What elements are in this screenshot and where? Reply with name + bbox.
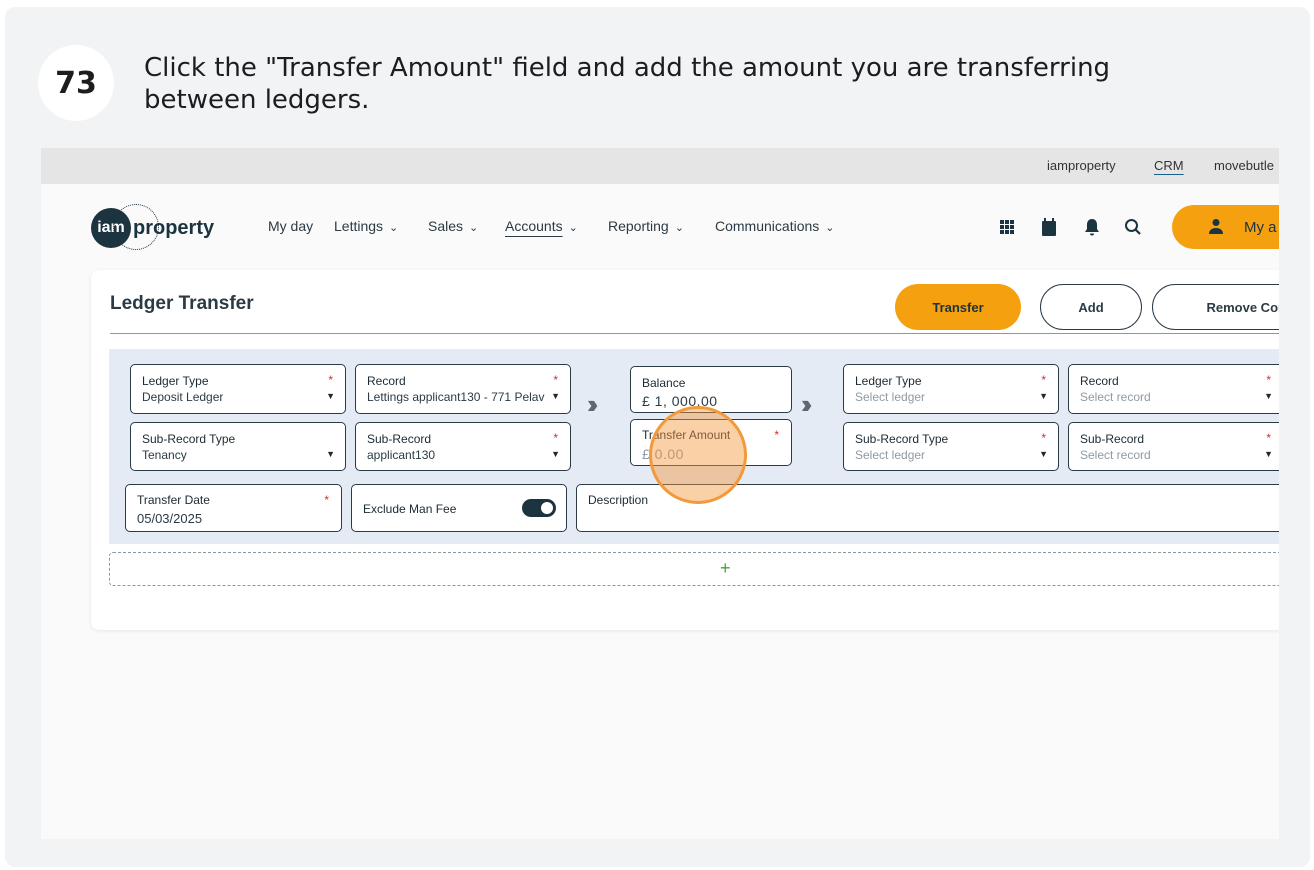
transfer-date-value: 05/03/2025 <box>137 511 203 526</box>
my-account-label: My a <box>1244 218 1277 236</box>
exclude-man-fee-field: Exclude Man Fee <box>351 484 567 532</box>
required-marker: * <box>553 431 558 445</box>
step-instruction: Click the "Transfer Amount" field and ad… <box>144 53 1111 115</box>
field-label: Sub-Record Type <box>142 432 236 446</box>
field-label: Balance <box>642 376 686 390</box>
main-navbar: iam property My day Lettings ⌄ Sales ⌄ Acc… <box>41 184 1279 270</box>
double-chevron-right-icon: ›› <box>587 389 599 419</box>
field-placeholder: Select ledger <box>855 390 926 404</box>
field-value: Tenancy <box>142 448 187 462</box>
add-button[interactable]: Add <box>1040 284 1142 330</box>
topbar-link-movebutler[interactable]: movebutle <box>1214 158 1274 173</box>
caret-down-icon: ▼ <box>551 449 560 459</box>
to-record-select[interactable]: Record * Select record ▼ <box>1068 364 1279 414</box>
nav-item-communications[interactable]: Communications ⌄ <box>715 218 834 234</box>
field-label: Ledger Type <box>142 374 209 388</box>
iamproperty-logo[interactable]: iam property <box>91 204 214 250</box>
field-label: Exclude Man Fee <box>363 502 457 516</box>
chevron-down-icon: ⌄ <box>825 222 835 234</box>
nav-item-my-day[interactable]: My day <box>268 218 313 234</box>
page-title: Ledger Transfer <box>110 293 254 314</box>
field-label: Description <box>588 493 649 507</box>
field-label: Ledger Type <box>855 374 922 388</box>
caret-down-icon: ▼ <box>326 449 335 459</box>
chevron-down-icon: ⌄ <box>568 222 578 234</box>
caret-down-icon: ▼ <box>1264 391 1273 401</box>
caret-down-icon: ▼ <box>326 391 335 401</box>
to-ledger-type-select[interactable]: Ledger Type * Select ledger ▼ <box>843 364 1059 414</box>
required-marker: * <box>774 428 779 442</box>
double-chevron-right-icon: ›› <box>801 389 813 419</box>
exclude-man-fee-toggle[interactable] <box>522 499 556 517</box>
field-placeholder: Select record <box>1080 448 1151 462</box>
nav-item-accounts[interactable]: Accounts ⌄ <box>505 218 578 234</box>
caret-down-icon: ▼ <box>1039 391 1048 401</box>
bell-icon[interactable] <box>1082 217 1102 237</box>
top-utility-bar: iamproperty CRM movebutle <box>41 148 1279 184</box>
apps-grid-icon[interactable] <box>997 217 1017 237</box>
search-icon[interactable] <box>1123 217 1143 237</box>
field-label: Record <box>367 374 406 388</box>
from-sub-record-type-select[interactable]: Sub-Record Type Tenancy ▼ <box>130 422 346 471</box>
plus-icon: + <box>720 558 731 578</box>
my-account-button[interactable]: My a <box>1172 205 1279 249</box>
to-sub-record-type-select[interactable]: Sub-Record Type * Select ledger ▼ <box>843 422 1059 471</box>
field-label: Sub-Record <box>1080 432 1145 446</box>
app-screenshot: iamproperty CRM movebutle iam property M… <box>41 148 1279 839</box>
required-marker: * <box>328 373 333 387</box>
field-placeholder: Select ledger <box>855 448 926 462</box>
person-icon <box>1208 218 1224 238</box>
topbar-link-iamproperty[interactable]: iamproperty <box>1047 158 1116 173</box>
field-label: Sub-Record Type <box>855 432 949 446</box>
transfer-date-field[interactable]: Transfer Date * 05/03/2025 <box>125 484 342 532</box>
field-label: Transfer Date <box>137 493 210 507</box>
to-sub-record-select[interactable]: Sub-Record * Select record ▼ <box>1068 422 1279 471</box>
chevron-down-icon: ⌄ <box>469 222 479 234</box>
required-marker: * <box>1266 431 1271 445</box>
transfer-button[interactable]: Transfer <box>895 284 1021 330</box>
add-transfer-row-button[interactable]: + <box>109 552 1279 586</box>
required-marker: * <box>1041 373 1046 387</box>
field-label: Record <box>1080 374 1119 388</box>
nav-item-lettings[interactable]: Lettings ⌄ <box>334 218 398 234</box>
field-value: applicant130 <box>367 448 436 462</box>
chevron-down-icon: ⌄ <box>389 222 399 234</box>
title-divider <box>110 333 1279 334</box>
from-ledger-type-select[interactable]: Ledger Type * Deposit Ledger ▼ <box>130 364 346 414</box>
calendar-icon[interactable] <box>1039 217 1059 237</box>
logo-mark: iam <box>91 204 159 250</box>
caret-down-icon: ▼ <box>1039 449 1048 459</box>
required-marker: * <box>324 493 329 507</box>
required-marker: * <box>1266 373 1271 387</box>
from-sub-record-select[interactable]: Sub-Record * applicant130 ▼ <box>355 422 571 471</box>
nav-item-sales[interactable]: Sales ⌄ <box>428 218 478 234</box>
field-label: Sub-Record <box>367 432 432 446</box>
caret-down-icon: ▼ <box>1264 449 1273 459</box>
field-value: Lettings applicant130 - 771 Pelav <box>367 390 545 404</box>
required-marker: * <box>1041 431 1046 445</box>
chevron-down-icon: ⌄ <box>674 222 684 234</box>
caret-down-icon: ▼ <box>551 391 560 401</box>
nav-item-reporting[interactable]: Reporting ⌄ <box>608 218 684 234</box>
step-number-badge: 73 <box>38 45 114 121</box>
click-highlight <box>649 406 747 504</box>
topbar-link-crm[interactable]: CRM <box>1154 158 1184 173</box>
required-marker: * <box>553 373 558 387</box>
remove-component-button[interactable]: Remove Comp <box>1152 284 1279 330</box>
balance-display: Balance £ 1, 000.00 <box>630 366 792 413</box>
field-placeholder: Select record <box>1080 390 1151 404</box>
from-record-select[interactable]: Record * Lettings applicant130 - 771 Pel… <box>355 364 571 414</box>
field-value: Deposit Ledger <box>142 390 224 404</box>
